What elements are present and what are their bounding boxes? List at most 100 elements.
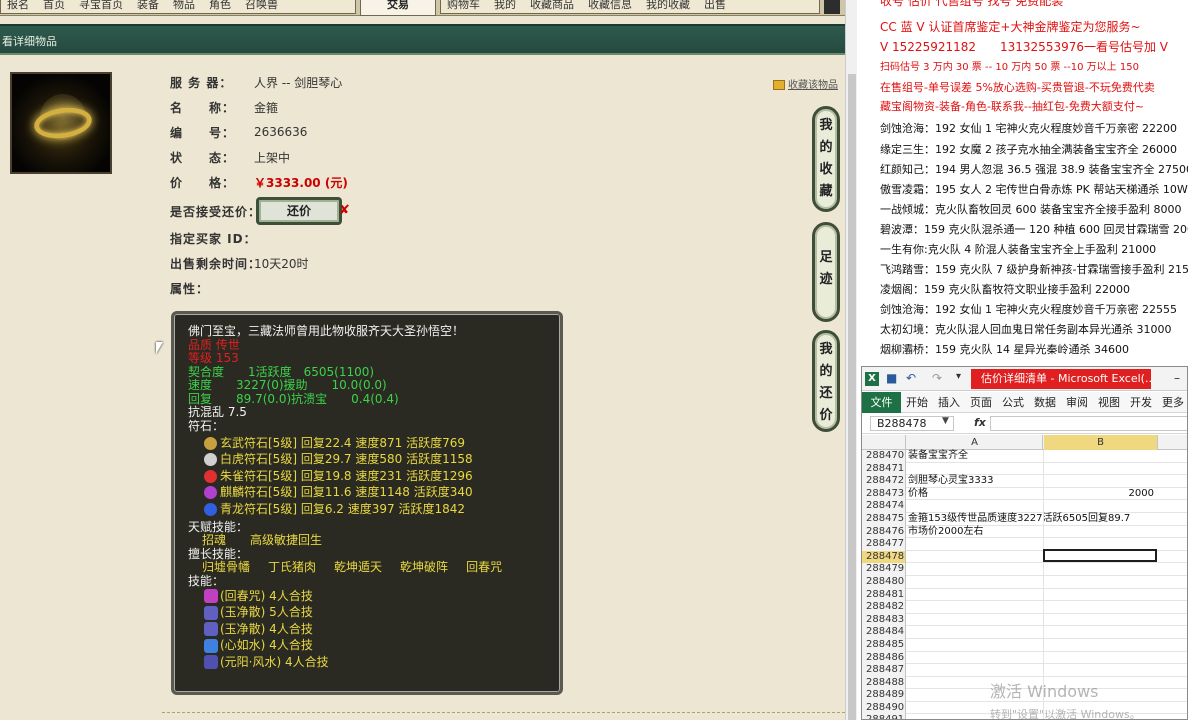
tab-file[interactable]: 文件	[862, 391, 901, 413]
nav-link[interactable]: 召唤兽	[245, 0, 278, 13]
row-header[interactable]: 288473	[862, 487, 906, 501]
skill-icon	[204, 638, 218, 653]
ribbon-tab[interactable]: 公式	[997, 394, 1029, 410]
cell-a[interactable]: 装备宝宝齐全	[908, 450, 968, 463]
ribbon-tab[interactable]: 视图	[1093, 394, 1125, 410]
row-header[interactable]: 288480	[862, 575, 906, 589]
nav-link[interactable]: 购物车	[447, 0, 480, 13]
row-header[interactable]: 288470	[862, 450, 906, 463]
expert-skill: 回春咒	[466, 560, 503, 574]
minimize-icon[interactable]: –	[1174, 371, 1180, 385]
undo-icon[interactable]: ↶	[906, 371, 916, 385]
ribbon-tab[interactable]: 数据	[1029, 394, 1061, 410]
row-header[interactable]: 288476	[862, 525, 906, 539]
nav-link[interactable]: 寻宝首页	[79, 0, 123, 13]
cell-a[interactable]: 剑胆琴心灵宝3333	[908, 475, 993, 488]
ribbon-tab[interactable]: 页面	[965, 394, 997, 410]
save-icon[interactable]: ■	[886, 371, 897, 385]
page-scrollbar[interactable]	[845, 0, 857, 720]
favorite-item-link[interactable]: 收藏该物品	[773, 76, 838, 91]
nav-link[interactable]: 首页	[43, 0, 65, 13]
ribbon-tab[interactable]: 插入	[933, 394, 965, 410]
nav-link[interactable]: 出售	[704, 0, 726, 13]
column-header-b[interactable]: B	[1044, 435, 1158, 450]
nav-link[interactable]: 收藏商品	[530, 0, 574, 13]
row-header[interactable]: 288486	[862, 651, 906, 665]
chevron-down-icon[interactable]: ▾	[956, 371, 961, 382]
scrollbar-thumb[interactable]	[848, 74, 856, 720]
rune-icon	[204, 469, 217, 483]
skill-icon	[204, 655, 218, 670]
ad-line: 傲雪凌霜：195 女人 2 宅传世白骨赤炼 PK 帮站天梯通杀 10W	[880, 183, 1188, 196]
row-header[interactable]: 288481	[862, 588, 906, 602]
footprint-button[interactable]: 足 迹	[812, 222, 840, 322]
nav-link[interactable]: 角色	[209, 0, 231, 13]
row-header[interactable]: 288479	[862, 563, 906, 576]
rune-icon	[204, 436, 217, 450]
row-header[interactable]: 288485	[862, 638, 906, 652]
row-header[interactable]: 288472	[862, 475, 906, 488]
nav-group-left: 报名 首页 寻宝首页 装备 物品 角色 召唤兽	[0, 0, 356, 14]
item-level: 等级 153	[188, 351, 239, 365]
ribbon-tab[interactable]: 审阅	[1061, 394, 1093, 410]
info-buyer-id: 指定买家 ID：	[170, 229, 256, 247]
row-header[interactable]: 288477	[862, 538, 906, 551]
nav-link[interactable]: 收藏信息	[588, 0, 632, 13]
item-stat: 速度 3227(0)援助 10.0(0.0)	[188, 378, 387, 392]
runes-heading: 符石：	[188, 418, 225, 433]
table-row: 288479	[862, 563, 1187, 576]
row-header[interactable]: 288484	[862, 626, 906, 639]
counter-offer-button[interactable]: 还价	[256, 197, 342, 225]
ad-line: 太初幻境：克火队混人回血鬼日常任务副本异光通杀 31000	[880, 323, 1172, 336]
skill-text: (元阳·风水) 4人合技	[220, 654, 329, 669]
ribbon-tab[interactable]: 开始	[901, 394, 933, 410]
excel-titlebar: X ■ ↶ ↷ ▾ 估价详细清单 - Microsoft Excel(... –	[862, 367, 1187, 391]
select-all-corner[interactable]	[862, 435, 906, 450]
fx-icon[interactable]: fx	[974, 416, 986, 429]
cell-b[interactable]: 2000	[1044, 488, 1154, 501]
formula-input[interactable]	[990, 416, 1187, 431]
my-favorites-button[interactable]: 我 的 收 藏	[812, 106, 840, 212]
row-header[interactable]: 288490	[862, 701, 906, 715]
nav-link[interactable]: 装备	[137, 0, 159, 13]
rune-row: 青龙符石[5级] 回复6.2 速度397 活跃度1842	[188, 501, 560, 518]
row-header[interactable]: 288478	[862, 550, 906, 564]
cell-a[interactable]: 市场价2000左右	[908, 526, 983, 539]
ribbon-tab[interactable]: 更多	[1157, 394, 1187, 410]
row-header[interactable]: 288482	[862, 601, 906, 614]
rune-stats: 回复29.7 速度580 活跃度1158	[300, 452, 473, 466]
cell-a[interactable]: 价格	[908, 488, 928, 501]
price-value: ￥3333.00 (元)	[254, 175, 348, 190]
nav-link[interactable]: 报名	[7, 0, 29, 13]
item-attribute-panel: 佛门至宝，三藏法师曾用此物收服齐天大圣孙悟空！ 品质 传世 等级 153 契合度…	[171, 311, 563, 695]
row-header[interactable]: 288491	[862, 714, 906, 719]
nav-link[interactable]: 物品	[173, 0, 195, 13]
row-header[interactable]: 288483	[862, 613, 906, 627]
row-header[interactable]: 288471	[862, 462, 906, 476]
row-header[interactable]: 288488	[862, 676, 906, 690]
ribbon-tab[interactable]: 开发	[1125, 394, 1157, 410]
btn-char: 收	[819, 162, 833, 177]
expert-heading: 擅长技能：	[188, 546, 249, 561]
nav-group-right: 购物车 我的 收藏商品 收藏信息 我的收藏 出售	[440, 0, 820, 14]
rune-name: 青龙符石[5级]	[220, 501, 297, 516]
row-header[interactable]: 288489	[862, 689, 906, 702]
nav-link[interactable]: 我的	[494, 0, 516, 13]
nav-link[interactable]: 我的收藏	[646, 0, 690, 13]
skill-icon	[204, 605, 218, 620]
rune-stats: 回复22.4 速度871 活跃度769	[300, 435, 465, 450]
nav-tab-trade-active[interactable]: 交易	[360, 0, 436, 16]
redo-icon[interactable]: ↷	[932, 371, 942, 385]
table-row: 288475 金箍153级传世品质速度3227活跃6505回复89.7	[862, 512, 1187, 526]
chevron-down-icon[interactable]: ▼	[942, 416, 949, 426]
close-icon[interactable]: ✘	[339, 203, 350, 218]
column-header-a[interactable]: A	[907, 435, 1043, 450]
info-remaining-time: 出售剩余时间： 10天20时	[170, 254, 309, 272]
row-header[interactable]: 288487	[862, 664, 906, 677]
row-header[interactable]: 288475	[862, 512, 906, 526]
cell-a[interactable]: 金箍153级传世品质速度3227活跃6505回复89.7	[908, 513, 1130, 526]
my-counter-offers-button[interactable]: 我 的 还 价	[812, 330, 840, 432]
rune-stats: 回复11.6 速度1148 活跃度340	[300, 485, 473, 499]
ribbon-tabs: 文件 开始 插入 页面 公式 数据 审阅 视图 开发 更多	[862, 391, 1187, 413]
row-header[interactable]: 288474	[862, 500, 906, 513]
